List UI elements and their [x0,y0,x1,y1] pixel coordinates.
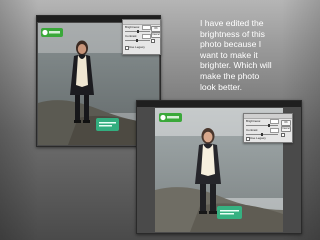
brightness-label: Brightness: [125,25,141,29]
slide-caption: I have edited the brightness of this pho… [200,18,272,92]
contrast-knob[interactable] [136,39,138,42]
brightness-field[interactable] [270,119,279,124]
contrast-label: Contrast: [246,128,259,132]
brightness-contrast-dialog-before: Brightness: Contrast: Use Legacy OK Canc… [122,19,161,55]
editor-titlebar [137,101,301,107]
watermark-logo-icon [96,118,119,131]
brightness-contrast-dialog-after: Brightness: Contrast: Use Legacy OK Canc… [243,113,293,143]
preview-checkbox[interactable] [151,39,155,43]
use-legacy-label: Use Legacy [250,136,266,140]
brightness-label: Brightness: [246,119,262,123]
brightness-field[interactable] [142,25,151,30]
brightness-knob[interactable] [268,124,270,127]
cancel-button[interactable]: Cancel [151,32,161,38]
brightness-slider[interactable] [246,125,278,126]
cancel-button[interactable]: Cancel [281,126,291,132]
contrast-label: Contrast: [125,34,138,38]
use-legacy-label: Use Legacy [129,45,145,49]
contrast-field[interactable] [270,128,279,133]
watermark-logo-icon [217,206,242,219]
contrast-field[interactable] [142,34,151,39]
brightness-knob[interactable] [137,30,139,33]
preview-checkbox[interactable] [281,133,285,137]
